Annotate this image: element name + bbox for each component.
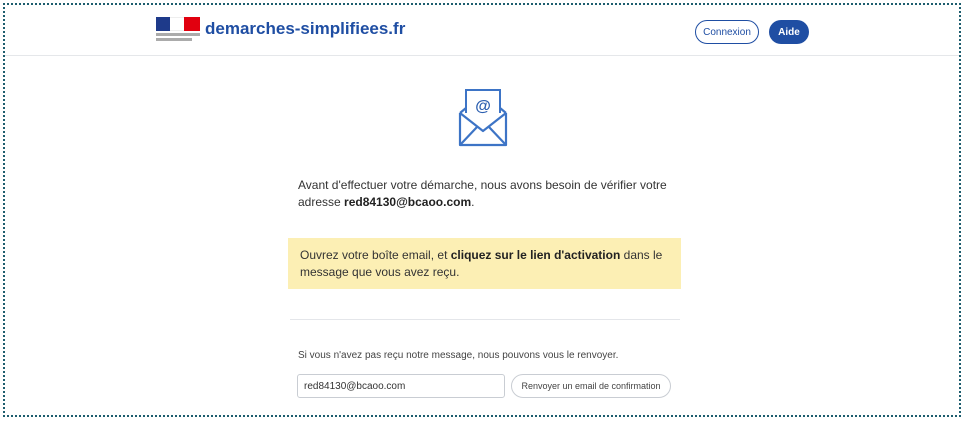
activation-notice: Ouvrez votre boîte email, et cliquez sur… — [288, 238, 681, 289]
resend-confirmation-button[interactable]: Renvoyer un email de confirmation — [511, 374, 671, 398]
republique-francaise-logo[interactable] — [156, 17, 200, 43]
intro-end: . — [471, 195, 475, 209]
aide-button[interactable]: Aide — [769, 20, 809, 44]
divider — [290, 319, 680, 320]
mail-at-icon: @ — [453, 87, 513, 147]
logo-caption — [156, 33, 200, 43]
french-flag-icon — [156, 17, 200, 31]
site-title[interactable]: demarches-simplifiees.fr — [205, 19, 405, 39]
header: demarches-simplifiees.fr Connexion Aide — [5, 5, 959, 56]
resend-prompt: Si vous n'avez pas reçu notre message, n… — [298, 350, 619, 361]
connexion-button[interactable]: Connexion — [695, 20, 759, 44]
verification-intro: Avant d'effectuer votre démarche, nous a… — [298, 177, 698, 211]
user-email: red84130@bcaoo.com — [344, 195, 472, 209]
svg-text:@: @ — [475, 98, 491, 115]
notice-before: Ouvrez votre boîte email, et — [300, 248, 451, 262]
page-frame: demarches-simplifiees.fr Connexion Aide … — [3, 3, 961, 417]
email-input[interactable] — [297, 374, 505, 398]
notice-bold: cliquez sur le lien d'activation — [450, 248, 621, 262]
